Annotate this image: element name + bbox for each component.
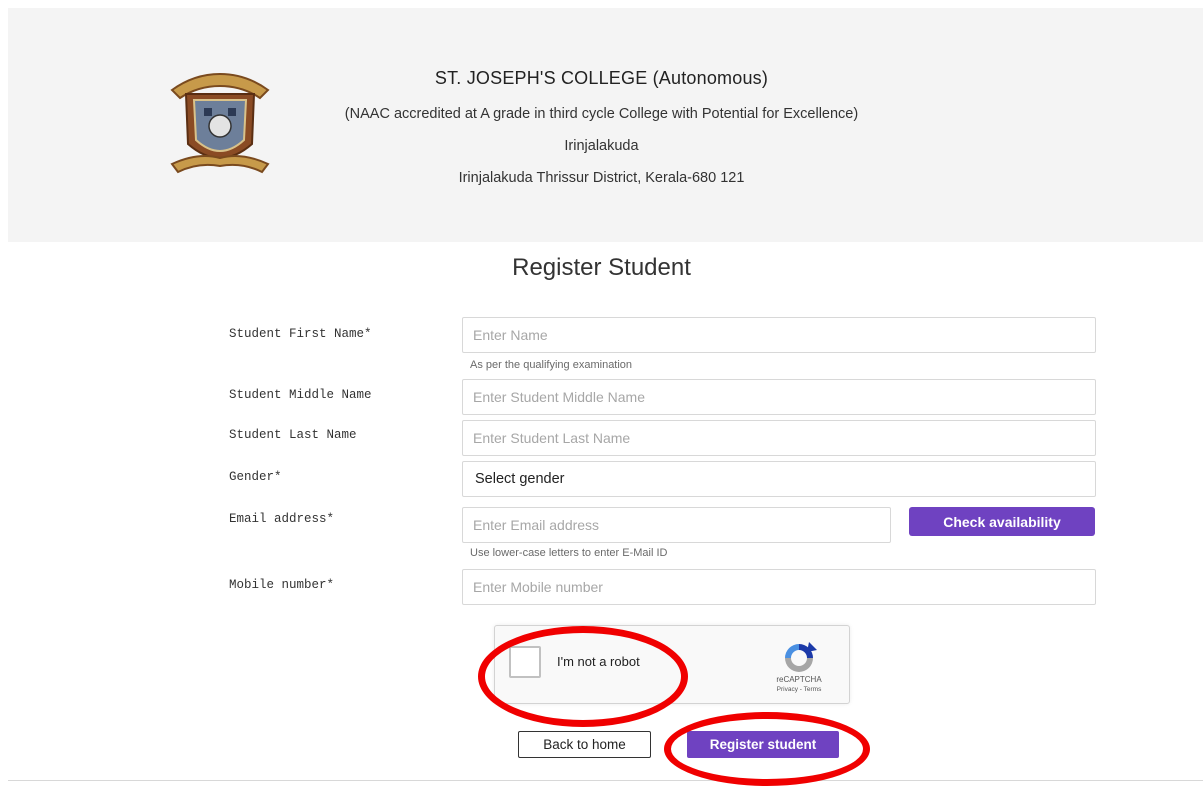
recaptcha-widget: I'm not a robot reCAPTCHA Privacy - Term… bbox=[494, 625, 850, 704]
college-city: Irinjalakuda bbox=[564, 138, 639, 154]
email-input[interactable] bbox=[462, 507, 891, 543]
recaptcha-brand: reCAPTCHA bbox=[776, 675, 822, 684]
first-name-label: Student First Name* bbox=[229, 327, 372, 341]
first-name-help: As per the qualifying examination bbox=[470, 359, 633, 371]
email-help: Use lower-case letters to enter E-Mail I… bbox=[470, 547, 668, 559]
last-name-input[interactable] bbox=[462, 420, 1096, 456]
middle-name-label: Student Middle Name bbox=[229, 388, 372, 402]
last-name-label: Student Last Name bbox=[229, 428, 357, 442]
divider bbox=[8, 780, 1203, 781]
mobile-input[interactable] bbox=[462, 569, 1096, 605]
recaptcha-checkbox[interactable] bbox=[509, 646, 541, 678]
gender-label: Gender* bbox=[229, 470, 282, 484]
email-label: Email address* bbox=[229, 512, 335, 526]
college-name: ST. JOSEPH'S COLLEGE (Autonomous) bbox=[434, 68, 769, 88]
recaptcha-links[interactable]: Privacy - Terms bbox=[759, 686, 839, 693]
mobile-label: Mobile number* bbox=[229, 578, 335, 592]
check-availability-button[interactable]: Check availability bbox=[909, 507, 1095, 536]
middle-name-input[interactable] bbox=[462, 379, 1096, 415]
back-to-home-button[interactable]: Back to home bbox=[518, 731, 651, 758]
recaptcha-logo-icon bbox=[785, 642, 817, 672]
register-student-button[interactable]: Register student bbox=[687, 731, 839, 758]
recaptcha-label: I'm not a robot bbox=[557, 654, 640, 669]
gender-select[interactable]: Select gender bbox=[462, 461, 1096, 497]
page-title: Register Student bbox=[512, 254, 691, 281]
accreditation-text: (NAAC accredited at A grade in third cyc… bbox=[344, 106, 859, 122]
first-name-input[interactable] bbox=[462, 317, 1096, 353]
college-address: Irinjalakuda Thrissur District, Kerala-6… bbox=[458, 170, 745, 186]
